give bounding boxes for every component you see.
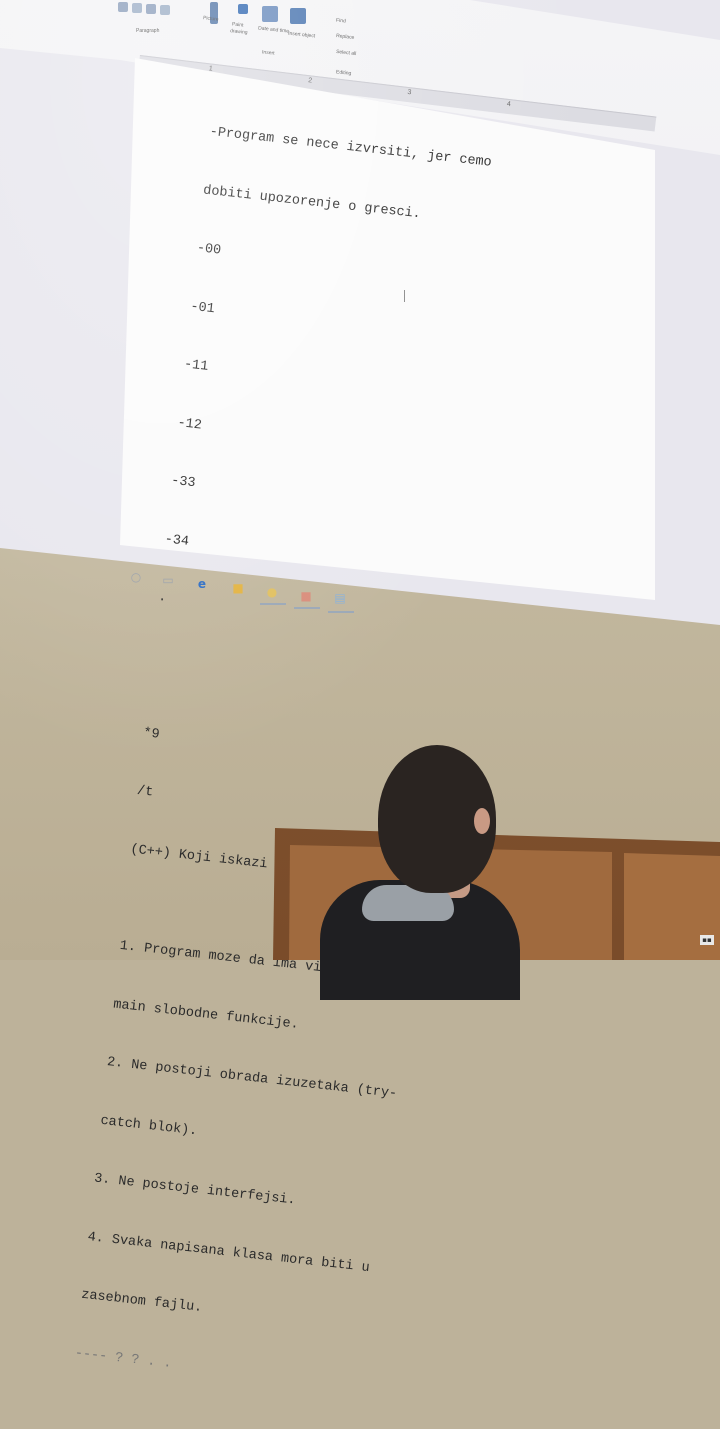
doc-line: main slobodne funkcije.	[112, 996, 300, 1033]
doc-line: -12	[176, 415, 203, 434]
paint-drawing-icon[interactable]	[238, 4, 248, 14]
doc-line: -34	[163, 531, 190, 550]
doc-line: zasebnom fajlu.	[80, 1287, 203, 1316]
doc-line: .	[157, 589, 168, 606]
ruler-mark: 2	[307, 77, 313, 85]
active-app-indicator	[260, 603, 286, 605]
app-icon[interactable]: ■	[300, 590, 312, 602]
doc-line: catch blok).	[99, 1113, 199, 1139]
paragraph-group-label: Paragraph	[136, 28, 160, 34]
ruler-mark: 4	[506, 100, 512, 109]
ruler-mark: 3	[407, 88, 412, 97]
doc-line: 3. Ne postoje interfejsi.	[93, 1171, 297, 1209]
insert-group-label: Insert	[261, 49, 275, 57]
chrome-icon[interactable]: ●	[266, 586, 278, 598]
doc-partial-line: ---- ? ? . .	[74, 1345, 173, 1372]
search-icon[interactable]: ○	[130, 571, 142, 583]
justify-icon[interactable]	[160, 5, 170, 15]
align-right-icon[interactable]	[146, 4, 156, 14]
doc-line: 2. Ne postoji obrada izuzetaka (try-	[106, 1055, 398, 1103]
file-explorer-icon[interactable]: ■	[232, 582, 244, 594]
doc-line: -11	[183, 357, 209, 375]
doc-line: -00	[196, 241, 222, 259]
doc-line: 4. Svaka napisana klasa mora biti u	[86, 1229, 371, 1276]
text-cursor	[404, 290, 405, 302]
notepad-icon[interactable]: ▤	[334, 592, 346, 604]
align-center-icon[interactable]	[132, 3, 142, 13]
doc-line	[153, 646, 570, 692]
doc-line: dobiti upozorenje o gresci.	[202, 182, 422, 222]
wall-socket: ▪▪	[700, 935, 714, 945]
active-app-indicator	[328, 611, 354, 613]
find-button[interactable]: Find	[336, 18, 346, 25]
align-icon[interactable]	[118, 2, 128, 12]
doc-line: *9	[142, 725, 161, 743]
person-ear	[474, 808, 490, 834]
date-time-icon[interactable]	[262, 6, 278, 22]
insert-object-icon[interactable]	[290, 8, 306, 24]
edge-icon[interactable]: e	[196, 578, 208, 590]
doc-line: -Program se nece izvrsiti, jer cemo	[208, 124, 493, 171]
doc-line	[149, 685, 566, 731]
task-view-icon[interactable]: ▭	[162, 574, 174, 586]
active-app-indicator	[294, 607, 320, 609]
doc-line: -01	[189, 299, 216, 317]
doc-line: -33	[170, 473, 197, 492]
